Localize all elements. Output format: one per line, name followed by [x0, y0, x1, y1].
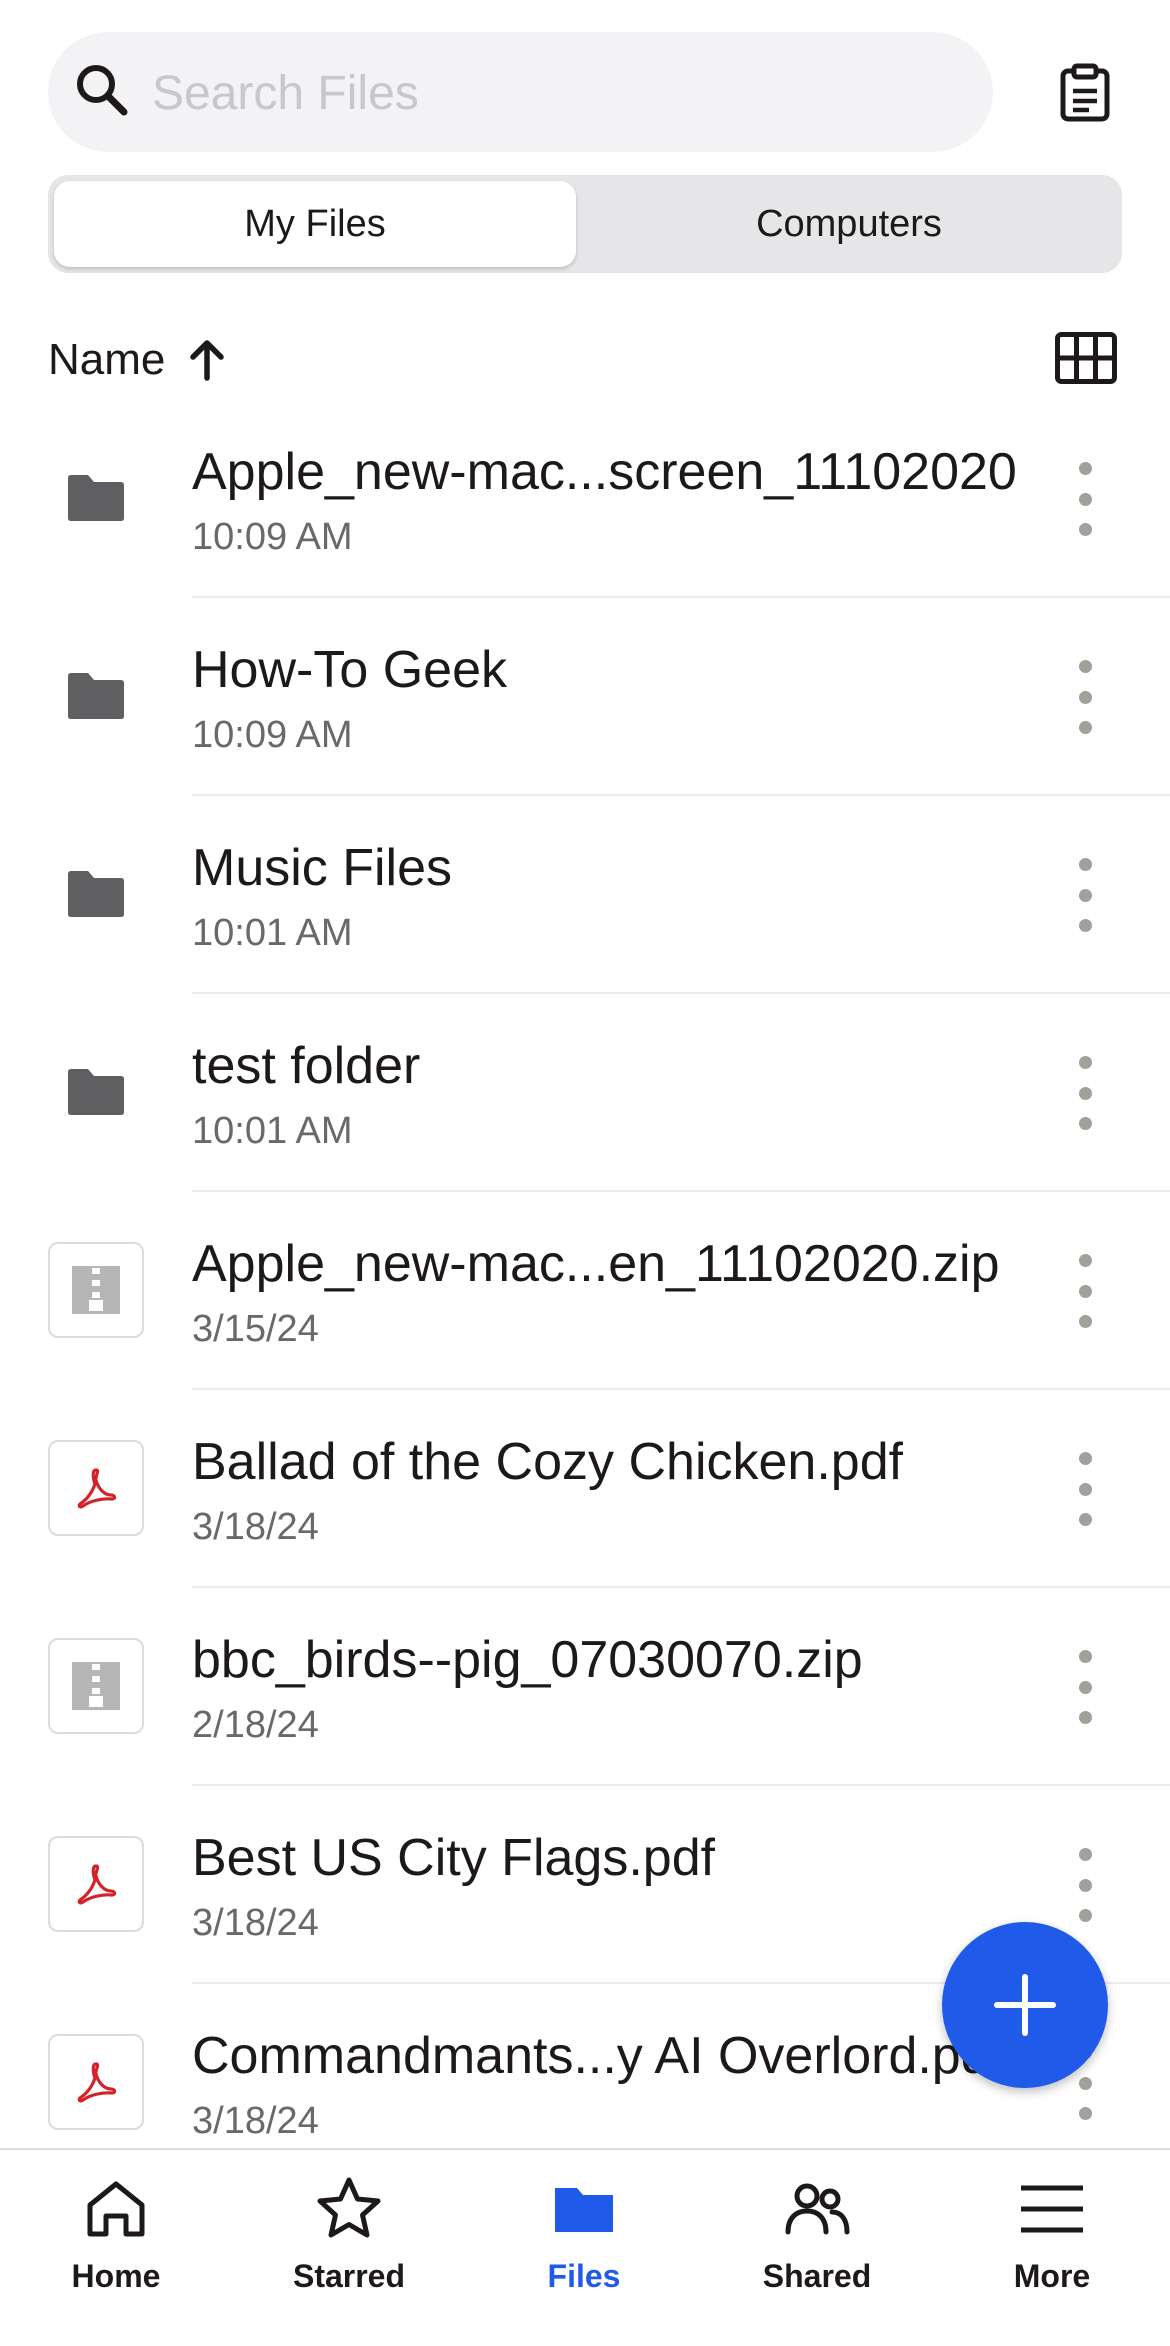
more-options-icon[interactable] — [1070, 660, 1100, 734]
more-options-icon[interactable] — [1070, 462, 1100, 536]
file-name: Ballad of the Cozy Chicken.pdf — [192, 1433, 904, 1491]
file-name: bbc_birds--pig_07030070.zip — [192, 1631, 863, 1689]
file-thumbnail — [48, 1440, 144, 1536]
file-row[interactable]: Ballad of the Cozy Chicken.pdf 3/18/24 — [0, 1390, 1170, 1588]
file-row[interactable]: test folder 10:01 AM — [0, 994, 1170, 1192]
more-options-icon[interactable] — [1070, 1056, 1100, 1130]
file-date: 10:01 AM — [192, 912, 353, 954]
tab-computers[interactable]: Computers — [582, 181, 1116, 267]
nav-shared[interactable]: Shared — [717, 2174, 917, 2324]
zip-file-icon — [72, 1662, 120, 1710]
sort-label: Name — [48, 335, 166, 384]
clipboard-button[interactable] — [1050, 58, 1120, 128]
file-name: How-To Geek — [192, 641, 507, 699]
home-icon — [87, 2181, 145, 2237]
file-date: 3/18/24 — [192, 2100, 319, 2142]
file-name: test folder — [192, 1037, 421, 1095]
file-thumbnail — [48, 1836, 144, 1932]
bottom-nav: Home Starred Files Shared More — [0, 2148, 1170, 2346]
file-thumbnail — [48, 2034, 144, 2130]
clipboard-icon — [1060, 63, 1110, 122]
more-options-icon[interactable] — [1070, 1848, 1100, 1922]
pdf-file-icon — [77, 2062, 117, 2103]
file-name: Apple_new-mac...screen_11102020 — [192, 443, 1017, 501]
sort-control[interactable]: Name — [48, 325, 227, 395]
tab-my-files[interactable]: My Files — [54, 181, 576, 267]
folder-icon — [68, 1069, 124, 1115]
star-icon — [317, 2177, 381, 2238]
nav-more[interactable]: More — [952, 2174, 1152, 2324]
add-button[interactable] — [942, 1922, 1108, 2088]
zip-file-icon — [72, 1266, 120, 1314]
more-options-icon[interactable] — [1070, 1254, 1100, 1328]
nav-starred[interactable]: Starred — [249, 2174, 449, 2324]
file-row[interactable]: Apple_new-mac...screen_11102020 10:09 AM — [0, 400, 1170, 598]
nav-label: Files — [547, 2258, 621, 2294]
file-date: 3/18/24 — [192, 1902, 319, 1944]
menu-icon — [1021, 2185, 1083, 2233]
file-row[interactable]: How-To Geek 10:09 AM — [0, 598, 1170, 796]
file-name: Commandmants...y AI Overlord.pdf — [192, 2027, 1005, 2085]
file-date: 10:09 AM — [192, 714, 353, 756]
grid-view-icon[interactable] — [1055, 332, 1117, 384]
search-icon — [77, 65, 128, 116]
file-date: 3/18/24 — [192, 1506, 319, 1548]
file-thumbnail — [48, 1638, 144, 1734]
pdf-file-icon — [77, 1864, 117, 1905]
file-date: 2/18/24 — [192, 1704, 319, 1746]
file-row[interactable]: Music Files 10:01 AM — [0, 796, 1170, 994]
plus-icon — [994, 1974, 1056, 2036]
file-thumbnail — [48, 450, 144, 546]
file-list: Apple_new-mac...screen_11102020 10:09 AM H… — [0, 400, 1170, 2182]
nav-files[interactable]: Files — [484, 2174, 684, 2324]
folder-icon — [555, 2188, 613, 2232]
folder-icon — [68, 475, 124, 521]
nav-label: Starred — [292, 2258, 406, 2294]
file-thumbnail — [48, 1044, 144, 1140]
folder-icon — [68, 871, 124, 917]
file-date: 10:01 AM — [192, 1110, 353, 1152]
search-row — [0, 0, 1170, 170]
location-segmented-control: My Files Computers — [48, 175, 1122, 273]
file-thumbnail — [48, 846, 144, 942]
nav-label: Home — [71, 2258, 161, 2294]
file-thumbnail — [48, 648, 144, 744]
more-options-icon[interactable] — [1070, 858, 1100, 932]
file-date: 3/15/24 — [192, 1308, 319, 1350]
file-name: Music Files — [192, 839, 453, 897]
file-row[interactable]: bbc_birds--pig_07030070.zip 2/18/24 — [0, 1588, 1170, 1786]
people-icon — [785, 2183, 850, 2235]
nav-label: More — [1013, 2258, 1091, 2294]
pdf-file-icon — [77, 1468, 117, 1509]
more-options-icon[interactable] — [1070, 1452, 1100, 1526]
file-thumbnail — [48, 1242, 144, 1338]
file-date: 10:09 AM — [192, 516, 353, 558]
file-name: Apple_new-mac...en_11102020.zip — [192, 1235, 1000, 1293]
arrow-up-icon — [190, 340, 225, 381]
nav-label: Shared — [762, 2258, 872, 2294]
folder-icon — [68, 673, 124, 719]
search-input[interactable] — [152, 58, 972, 128]
file-row[interactable]: Apple_new-mac...en_11102020.zip 3/15/24 — [0, 1192, 1170, 1390]
more-options-icon[interactable] — [1070, 1650, 1100, 1724]
nav-home[interactable]: Home — [16, 2174, 216, 2324]
file-name: Best US City Flags.pdf — [192, 1829, 716, 1887]
